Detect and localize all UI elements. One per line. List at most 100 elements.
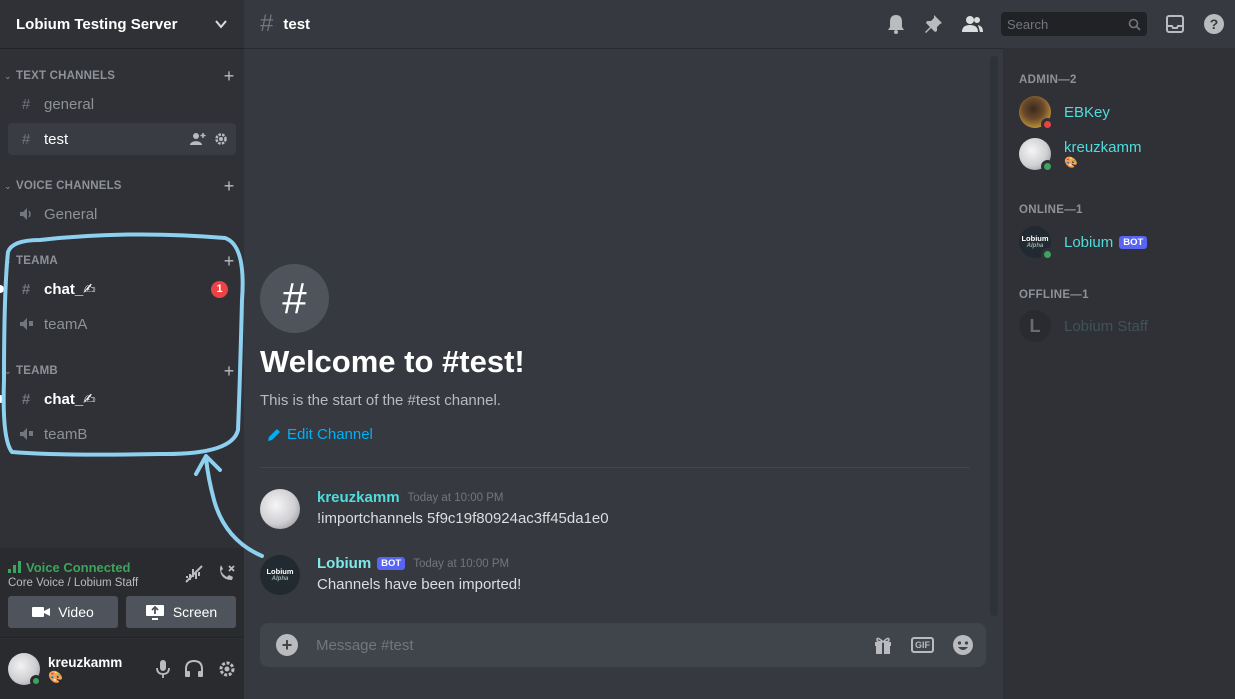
svg-text:?: ? xyxy=(1210,16,1219,32)
channel-label: test xyxy=(44,130,69,148)
create-channel-icon[interactable]: + xyxy=(214,362,244,380)
hashtag-icon: # xyxy=(21,95,31,113)
member-name: kreuzkamm xyxy=(1064,139,1142,156)
message: Lobium Alpha Lobium BOT Today at 10:00 P… xyxy=(260,555,970,595)
category-text-channels[interactable]: ⌄ TEXT CHANNELS + xyxy=(0,66,244,86)
screen-share-icon xyxy=(145,605,164,620)
gift-icon[interactable] xyxy=(873,635,893,655)
voice-channel-teama[interactable]: teamA xyxy=(8,308,236,340)
category-teama[interactable]: ⌄ TEAMA + xyxy=(0,251,244,271)
voice-connection-panel: Voice Connected Core Voice / Lobium Staf… xyxy=(0,548,244,638)
signal-icon xyxy=(8,561,21,573)
edit-channel-label: Edit Channel xyxy=(287,426,373,443)
channel-teama-chat[interactable]: # chat_✍ 1 xyxy=(8,273,236,305)
channel-label: teamA xyxy=(44,315,88,333)
user-custom-status: 🎨 xyxy=(48,669,63,684)
speaker-lock-icon xyxy=(16,424,36,444)
help-icon[interactable]: ? xyxy=(1203,13,1225,35)
edit-channel-link[interactable]: Edit Channel xyxy=(267,426,373,443)
channel-header: # test Search ? xyxy=(244,0,1235,48)
add-attachment-icon[interactable]: + xyxy=(276,634,298,656)
message-composer[interactable]: + Message #test GIF xyxy=(260,623,986,667)
dnd-status-dot xyxy=(1041,118,1054,131)
invite-user-icon[interactable] xyxy=(190,132,206,146)
member-name: Lobium BOT xyxy=(1064,234,1148,251)
channel-test[interactable]: # test xyxy=(8,123,236,155)
search-input[interactable]: Search xyxy=(1001,12,1147,36)
member-group-admin: ADMIN—2 xyxy=(1019,74,1077,86)
channel-general[interactable]: # general xyxy=(8,88,236,120)
user-avatar[interactable] xyxy=(8,653,42,687)
voice-status[interactable]: Voice Connected xyxy=(8,560,184,575)
divider xyxy=(260,467,970,468)
pin-icon[interactable] xyxy=(923,14,943,34)
channel-title: test xyxy=(283,15,311,33)
message-avatar[interactable] xyxy=(260,489,300,529)
voice-channel-teamb[interactable]: teamB xyxy=(8,418,236,450)
hashtag-lock-icon: # xyxy=(21,390,31,408)
message: kreuzkamm Today at 10:00 PM !importchann… xyxy=(260,489,970,529)
bell-icon[interactable] xyxy=(887,14,905,34)
microphone-icon[interactable] xyxy=(156,660,170,678)
inbox-icon[interactable] xyxy=(1165,14,1185,34)
bot-avatar[interactable]: Lobium Alpha xyxy=(260,555,300,595)
unread-pill xyxy=(0,395,4,403)
chat-scrollbar[interactable] xyxy=(990,56,998,616)
message-content: !importchannels 5f9c19f80924ac3ff45da1e0 xyxy=(317,510,609,527)
channel-label: General xyxy=(44,205,98,223)
create-channel-icon[interactable]: + xyxy=(214,67,244,85)
member-item[interactable]: L Lobium Staff xyxy=(1019,306,1229,346)
message-input[interactable]: Message #test xyxy=(316,637,873,654)
gear-icon[interactable] xyxy=(214,132,228,146)
message-timestamp: Today at 10:00 PM xyxy=(413,557,510,570)
chevron-down-icon xyxy=(215,20,227,29)
camera-icon xyxy=(32,607,51,617)
hashtag-icon: # xyxy=(260,10,274,37)
bot-avatar-line1: Lobium xyxy=(266,567,294,577)
hashtag-icon: # xyxy=(21,130,31,148)
caret-down-icon: ⌄ xyxy=(4,255,12,266)
discord-app: Lobium Testing Server ⌄ TEXT CHANNELS + … xyxy=(0,0,1235,699)
category-label: TEAMB xyxy=(16,365,58,377)
screen-share-button[interactable]: Screen xyxy=(126,596,236,628)
channel-hashtag-icon: # xyxy=(260,264,329,333)
noise-suppression-icon[interactable] xyxy=(184,564,204,584)
message-content: Channels have been imported! xyxy=(317,576,522,593)
channel-label: chat_✍ xyxy=(44,281,96,298)
caret-down-icon: ⌄ xyxy=(4,365,12,376)
channel-label: teamB xyxy=(44,425,88,443)
message-author[interactable]: kreuzkamm xyxy=(317,489,400,506)
create-channel-icon[interactable]: + xyxy=(214,252,244,270)
mention-badge: 1 xyxy=(211,280,228,298)
bot-avatar-line2: Alpha xyxy=(1026,242,1044,249)
member-item[interactable]: Lobium Alpha Lobium BOT xyxy=(1019,222,1229,262)
member-item[interactable]: EBKey xyxy=(1019,92,1229,132)
server-header[interactable]: Lobium Testing Server xyxy=(0,0,244,48)
gif-button[interactable]: GIF xyxy=(911,637,934,653)
gear-icon[interactable] xyxy=(218,660,236,678)
bot-tag: BOT xyxy=(377,557,406,570)
emoji-icon[interactable] xyxy=(952,634,974,656)
search-placeholder: Search xyxy=(1007,16,1049,32)
member-avatar xyxy=(1019,96,1054,131)
member-list-icon[interactable] xyxy=(961,15,983,33)
voice-channel-general[interactable]: General xyxy=(8,198,236,230)
headphones-icon[interactable] xyxy=(184,660,204,678)
member-avatar xyxy=(1019,138,1054,173)
channel-teamb-chat[interactable]: # chat_✍ xyxy=(8,383,236,415)
message-timestamp: Today at 10:00 PM xyxy=(407,491,504,504)
voice-location[interactable]: Core Voice / Lobium Staff xyxy=(8,577,184,589)
search-icon xyxy=(1128,18,1141,31)
disconnect-icon[interactable] xyxy=(216,564,236,584)
caret-down-icon: ⌄ xyxy=(4,70,12,81)
create-channel-icon[interactable]: + xyxy=(214,177,244,195)
video-button[interactable]: Video xyxy=(8,596,118,628)
welcome-title: Welcome to #test! xyxy=(260,344,525,379)
message-author[interactable]: Lobium xyxy=(317,555,371,572)
unread-pill xyxy=(0,285,4,293)
channel-label: general xyxy=(44,95,95,113)
category-teamb[interactable]: ⌄ TEAMB + xyxy=(0,361,244,381)
member-avatar: Lobium Alpha xyxy=(1019,226,1054,261)
member-item[interactable]: kreuzkamm 🎨 xyxy=(1019,134,1229,174)
category-voice-channels[interactable]: ⌄ VOICE CHANNELS + xyxy=(0,176,244,196)
